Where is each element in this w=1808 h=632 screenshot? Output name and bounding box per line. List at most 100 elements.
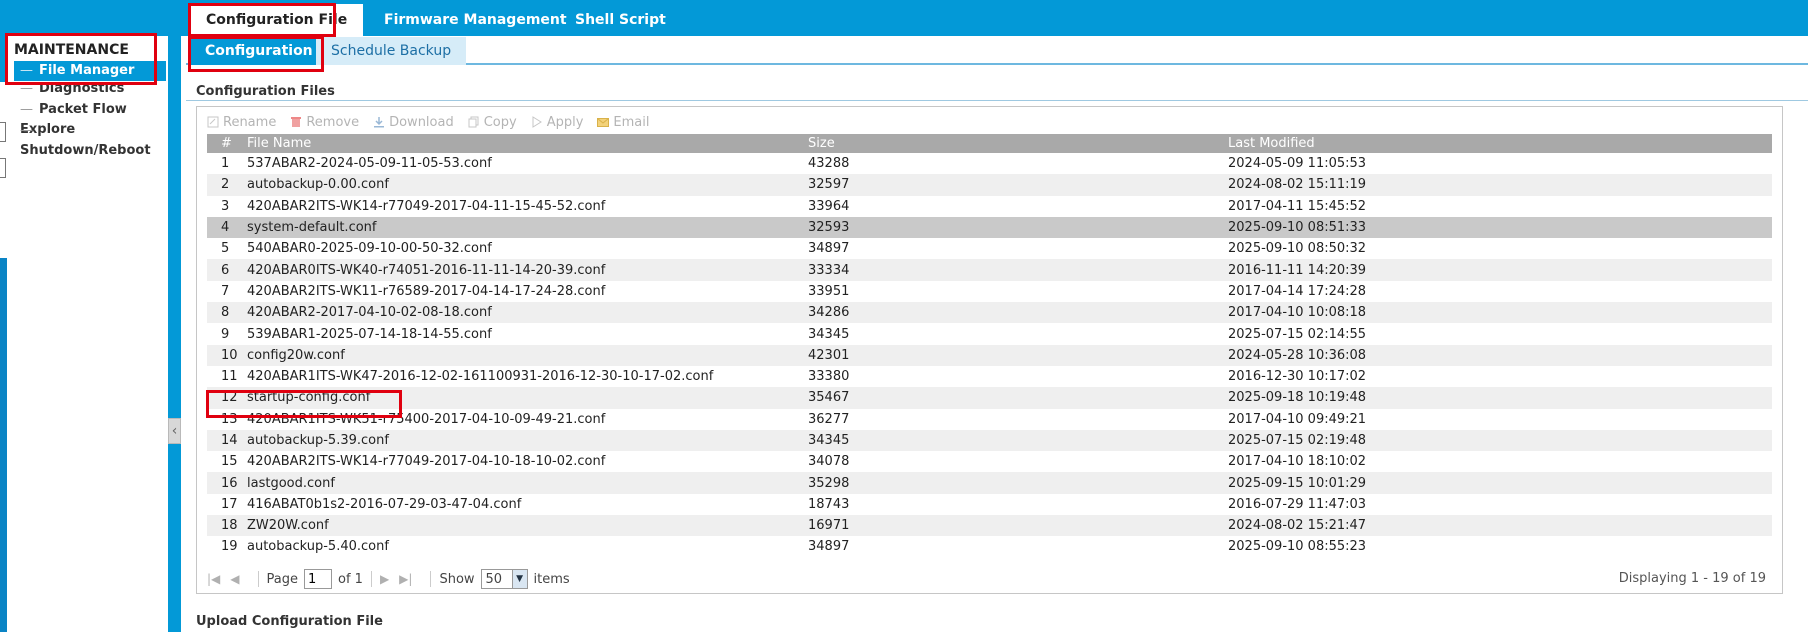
file-name-cell: lastgood.conf <box>247 475 335 491</box>
table-row[interactable]: 5 540ABAR0-2025-09-10-00-50-32.conf 34897 2… <box>207 238 1772 260</box>
copy-icon <box>468 116 479 128</box>
edge-icon[interactable] <box>0 122 6 142</box>
row-index: 1 <box>221 156 230 172</box>
last-modified-cell: 2024-05-09 11:05:53 <box>1228 156 1367 172</box>
sidebar-item-shutdown-reboot[interactable]: — Shutdown/Reboot <box>14 121 166 158</box>
table-row[interactable]: 2 autobackup-0.00.conf 32597 2024-08-02 15:… <box>207 174 1772 196</box>
tab-shell-script[interactable]: Shell Script <box>575 4 666 36</box>
left-edge-bar <box>0 258 7 632</box>
file-name-cell: autobackup-5.40.conf <box>247 539 389 555</box>
sidebar-item-label: Diagnostics <box>39 81 125 96</box>
file-name-cell: 420ABAR2ITS-WK14-r77049-2017-04-10-18-10… <box>247 454 606 470</box>
table-row[interactable]: 15 420ABAR2ITS-WK14-r77049-2017-04-10-18-… <box>207 451 1772 473</box>
file-name-cell: 416ABAT0b1s2-2016-07-29-03-47-04.conf <box>247 496 522 512</box>
chevron-down-icon: ▼ <box>511 570 527 588</box>
table-row[interactable]: 4 system-default.conf 32593 2025-09-10 08:5… <box>207 216 1772 239</box>
prev-page-icon[interactable]: ◀ <box>230 572 239 586</box>
table-row[interactable]: 1 537ABAR2-2024-05-09-11-05-53.conf 43288 2… <box>207 153 1772 175</box>
table-row[interactable]: 8 420ABAR2-2017-04-10-02-08-18.conf 34286 2… <box>207 302 1772 324</box>
column-header-size[interactable]: Size <box>808 134 835 153</box>
size-cell: 32597 <box>808 177 850 193</box>
trash-icon <box>291 117 302 127</box>
last-page-icon[interactable]: ▶| <box>399 572 412 586</box>
last-modified-cell: 2025-09-18 10:19:48 <box>1228 390 1367 406</box>
file-name-cell: 539ABAR1-2025-07-14-18-14-55.conf <box>247 326 492 342</box>
page-number-input[interactable] <box>304 569 332 589</box>
rename-icon <box>207 116 219 128</box>
displaying-count: Displaying 1 - 19 of 19 <box>1618 571 1766 586</box>
envelope-icon <box>597 118 610 127</box>
left-edge-strip <box>0 36 10 632</box>
table-row[interactable]: 3 420ABAR2ITS-WK14-r77049-2017-04-11-15-4… <box>207 195 1772 217</box>
next-page-icon[interactable]: ▶ <box>380 572 389 586</box>
row-index: 7 <box>221 283 230 299</box>
tab-label: Configuration File <box>206 12 348 28</box>
last-modified-cell: 2025-09-15 10:01:29 <box>1228 475 1367 491</box>
table-row[interactable]: 19 autobackup-5.40.conf 34897 2025-09-10 08… <box>207 536 1772 558</box>
size-cell: 34345 <box>808 326 850 342</box>
last-modified-cell: 2017-04-10 09:49:21 <box>1228 411 1367 427</box>
subtab-schedule-backup[interactable]: Schedule Backup <box>316 37 467 65</box>
size-cell: 34897 <box>808 539 850 555</box>
file-toolbar: Rename Remove Download Copy Apply Email <box>207 111 663 133</box>
last-modified-cell: 2025-07-15 02:19:48 <box>1228 433 1367 448</box>
row-index: 12 <box>221 390 238 406</box>
apply-button[interactable]: Apply <box>531 115 583 130</box>
panel-divider <box>168 36 181 632</box>
row-index: 9 <box>221 326 230 342</box>
items-per-page-select[interactable]: 50 ▼ <box>480 569 528 589</box>
tab-firmware-management[interactable]: Firmware Management <box>384 4 567 36</box>
section-title-configuration-files: Configuration Files <box>196 84 335 99</box>
edge-icon[interactable] <box>0 158 6 178</box>
apply-arrow-icon <box>532 116 542 128</box>
file-name-cell: 420ABAR2ITS-WK11-r76589-2017-04-14-17-24… <box>247 283 606 299</box>
copy-button[interactable]: Copy <box>468 115 517 130</box>
file-name-cell: 420ABAR2-2017-04-10-02-08-18.conf <box>247 305 492 321</box>
row-index: 11 <box>221 369 238 385</box>
last-modified-cell: 2016-07-29 11:47:03 <box>1228 496 1367 512</box>
table-row[interactable]: 12 startup-config.conf 35467 2025-09-18 10:… <box>207 387 1772 409</box>
sidebar-item-diagnostics[interactable]: — Diagnostics <box>14 79 166 99</box>
table-row[interactable]: 9 539ABAR1-2025-07-14-18-14-55.conf 34345 2… <box>207 323 1772 345</box>
grid-body: 1 537ABAR2-2024-05-09-11-05-53.conf 43288 2… <box>207 153 1772 558</box>
table-row[interactable]: 10 config20w.conf 42301 2024-05-28 10:36:08 <box>207 344 1772 366</box>
first-page-icon[interactable]: |◀ <box>207 572 220 586</box>
email-button[interactable]: Email <box>597 115 649 130</box>
last-modified-cell: 2025-09-10 08:51:33 <box>1228 220 1367 236</box>
rename-label: Rename <box>223 114 277 130</box>
pagination-bar: |◀ ◀ Page of 1 ▶ ▶| Show 50 ▼ items Disp… <box>207 566 1772 592</box>
table-row[interactable]: 7 420ABAR2ITS-WK11-r76589-2017-04-14-17-2… <box>207 280 1772 303</box>
column-header-index[interactable]: # <box>221 134 232 153</box>
table-row[interactable]: 18 ZW20W.conf 16971 2024-08-02 15:21:47 <box>207 515 1772 537</box>
download-label: Download <box>389 114 454 130</box>
sidebar-item-file-manager[interactable]: — File Manager <box>14 61 166 81</box>
last-modified-cell: 2017-04-11 15:45:52 <box>1228 198 1367 214</box>
tree-dash: — <box>20 102 33 117</box>
table-row[interactable]: 11 420ABAR1ITS-WK47-2016-12-02-161100931-… <box>207 365 1772 388</box>
table-row[interactable]: 16 lastgood.conf 35298 2025-09-15 10:01:29 <box>207 472 1772 494</box>
table-row[interactable]: 14 autobackup-5.39.conf 34345 2025-07-15 02… <box>207 429 1772 452</box>
table-row[interactable]: 17 416ABAT0b1s2-2016-07-29-03-47-04.conf 1… <box>207 493 1772 516</box>
tab-label: Firmware Management <box>384 12 567 28</box>
size-cell: 33964 <box>808 198 850 214</box>
subtab-configuration[interactable]: Configuration <box>190 37 328 65</box>
rename-button[interactable]: Rename <box>207 115 276 130</box>
size-cell: 33951 <box>808 283 850 299</box>
size-cell: 36277 <box>808 411 850 427</box>
size-cell: 33380 <box>808 369 850 385</box>
tab-configuration-file[interactable]: Configuration File <box>190 4 364 36</box>
download-button[interactable]: Download <box>373 115 454 130</box>
size-cell: 16971 <box>808 518 850 534</box>
table-row[interactable]: 13 420ABAR1ITS-WK51-r75400-2017-04-10-09-… <box>207 408 1772 430</box>
sidebar-item-label: Shutdown/Reboot <box>20 143 151 158</box>
file-name-cell: 537ABAR2-2024-05-09-11-05-53.conf <box>247 156 492 172</box>
last-modified-cell: 2024-08-02 15:11:19 <box>1228 177 1367 193</box>
file-name-cell: config20w.conf <box>247 347 345 363</box>
table-row[interactable]: 6 420ABAR0ITS-WK40-r74051-2016-11-11-14-2… <box>207 259 1772 281</box>
file-name-cell: autobackup-5.39.conf <box>247 433 389 448</box>
column-header-last-modified[interactable]: Last Modified <box>1228 134 1315 153</box>
remove-button[interactable]: Remove <box>290 115 359 130</box>
sidebar-item-packet-flow-explore[interactable]: — Packet Flow Explore <box>14 100 166 137</box>
collapse-sidebar-button[interactable]: ‹ <box>168 418 181 444</box>
column-header-file-name[interactable]: File Name <box>247 134 311 153</box>
